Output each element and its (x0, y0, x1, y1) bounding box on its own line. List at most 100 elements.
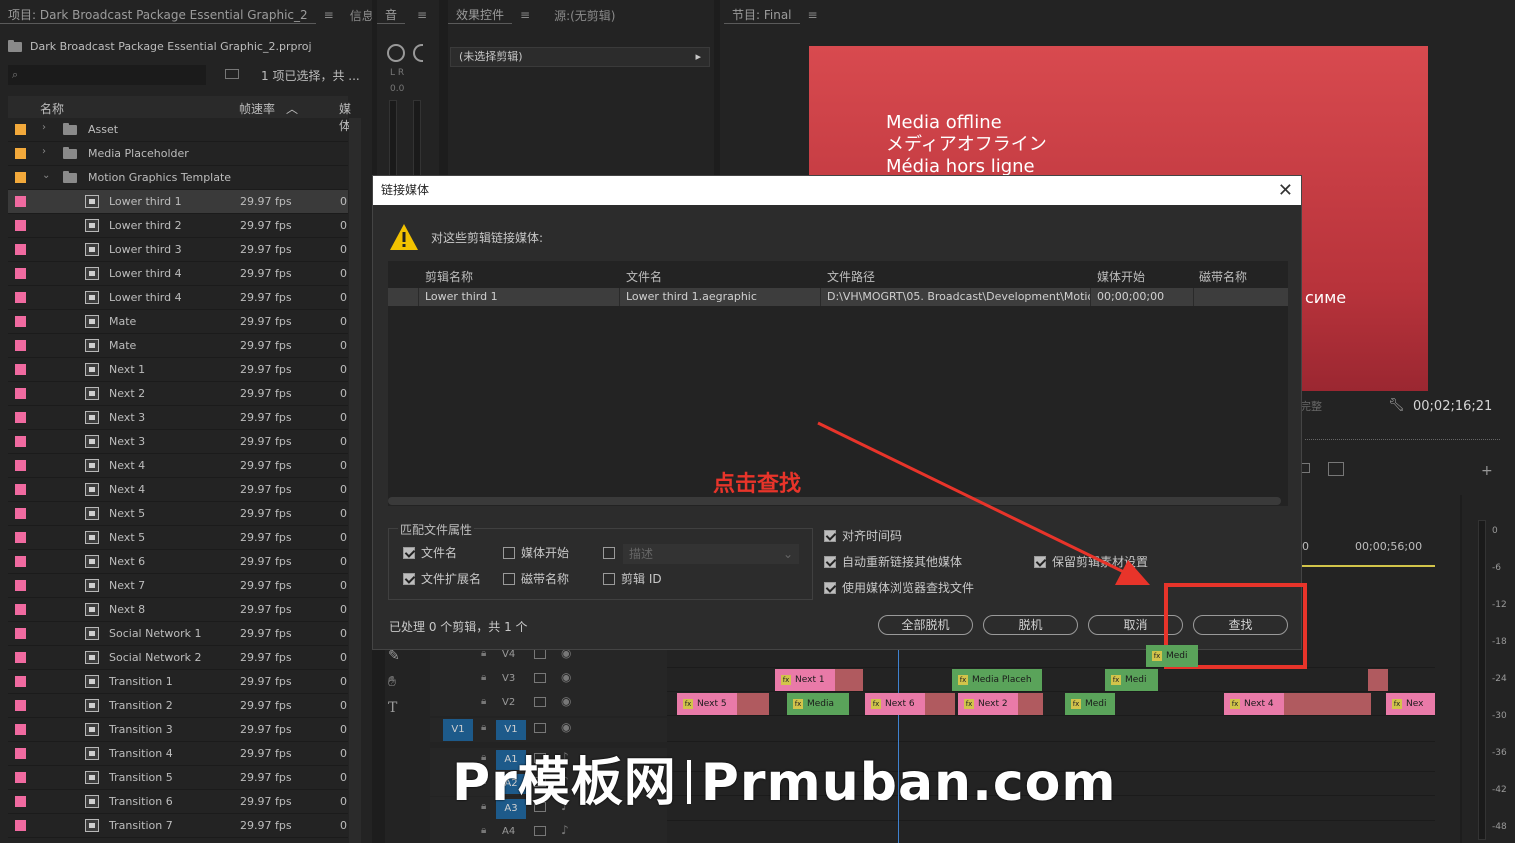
timeline-clip[interactable]: fx Nex (1386, 693, 1435, 715)
project-scrollbar[interactable] (349, 118, 361, 843)
track-label[interactable]: V3 (502, 673, 515, 684)
label-color-swatch[interactable] (15, 148, 26, 159)
checkbox-box[interactable] (503, 546, 515, 559)
list-item[interactable]: Transition 2 29.97 fps 0 (8, 694, 348, 718)
label-color-swatch[interactable] (15, 364, 26, 375)
lock-icon[interactable]: 🔒︎ (481, 825, 486, 836)
list-item[interactable]: Next 4 29.97 fps 0 (8, 454, 348, 478)
table-hscrollbar[interactable] (388, 497, 1281, 505)
tab-source[interactable]: 源:(无剪辑) (546, 7, 623, 24)
label-color-swatch[interactable] (15, 412, 26, 423)
sync-icon[interactable] (534, 723, 546, 733)
work-area-bar[interactable] (1300, 565, 1435, 567)
list-item[interactable]: Lower third 4 29.97 fps 0 (8, 286, 348, 310)
menu-icon[interactable]: ≡ (316, 8, 342, 22)
checkbox-extension[interactable]: 文件扩展名 (403, 570, 481, 587)
list-item[interactable]: Lower third 3 29.97 fps 0 (8, 238, 348, 262)
label-color-swatch[interactable] (15, 724, 26, 735)
tab-program[interactable]: 节目: Final (724, 6, 800, 24)
label-color-swatch[interactable] (15, 580, 26, 591)
timeline-clip[interactable]: fx Medi (1065, 693, 1115, 715)
timeline-clip[interactable]: fx Next 5 (677, 693, 769, 715)
checkbox-box[interactable] (1034, 555, 1046, 568)
tab-audio[interactable]: 音 (377, 6, 406, 24)
play-arrow-icon[interactable]: ▸ (695, 48, 701, 66)
program-ruler[interactable] (1305, 432, 1500, 440)
label-color-swatch[interactable] (15, 172, 26, 183)
tab-info[interactable]: 信息 (342, 7, 372, 24)
list-item[interactable]: Social Network 2 29.97 fps 0 (8, 646, 348, 670)
add-button-icon[interactable]: + (1481, 463, 1493, 479)
list-item[interactable]: › Media Placeholder (8, 142, 348, 166)
list-item[interactable]: Next 3 29.97 fps 0 (8, 406, 348, 430)
timeline-clip[interactable] (1368, 669, 1388, 691)
pan-knob-icon[interactable] (413, 44, 423, 62)
checkbox-box[interactable] (603, 547, 615, 559)
menu-icon[interactable]: ≡ (800, 8, 826, 22)
description-select[interactable]: 描述 ⌄ (623, 544, 799, 564)
list-item[interactable]: Next 5 29.97 fps 0 (8, 526, 348, 550)
list-item[interactable]: Next 1 29.97 fps 0 (8, 358, 348, 382)
timeline-clip[interactable]: fx Next 6 (865, 693, 955, 715)
lock-icon[interactable]: 🔒︎ (481, 672, 486, 683)
pan-knob-icon[interactable] (387, 44, 405, 62)
track-label[interactable]: V1 (496, 720, 526, 740)
checkbox-box[interactable] (824, 581, 836, 594)
list-item[interactable]: Next 5 29.97 fps 0 (8, 502, 348, 526)
list-item[interactable]: Transition 4 29.97 fps 0 (8, 742, 348, 766)
list-item[interactable]: Next 8 29.97 fps 0 (8, 598, 348, 622)
label-color-swatch[interactable] (15, 772, 26, 783)
checkbox-tape-name[interactable]: 磁带名称 (503, 570, 569, 587)
pen-tool-icon[interactable]: ✎ (388, 648, 418, 674)
column-fps[interactable]: 帧速率 (239, 100, 275, 117)
mic-icon[interactable]: ♪ (561, 823, 569, 837)
program-timecode[interactable]: 00;02;16;21 (1413, 399, 1492, 414)
search-input[interactable]: ⌕ (8, 65, 206, 85)
label-color-swatch[interactable] (15, 340, 26, 351)
timeline-clip[interactable]: fx Media Placeh (952, 669, 1042, 691)
checkbox-auto-relink[interactable]: 自动重新链接其他媒体 (824, 553, 962, 570)
list-item[interactable]: Lower third 1 29.97 fps 0 (8, 190, 348, 214)
label-color-swatch[interactable] (15, 700, 26, 711)
list-item[interactable]: Social Network 1 29.97 fps 0 (8, 622, 348, 646)
checkbox-box[interactable] (403, 546, 415, 559)
label-color-swatch[interactable] (15, 508, 26, 519)
label-color-swatch[interactable] (15, 244, 26, 255)
sync-icon[interactable] (534, 697, 546, 707)
label-color-swatch[interactable] (15, 652, 26, 663)
list-item[interactable]: Mate 29.97 fps 0 (8, 334, 348, 358)
label-color-swatch[interactable] (15, 292, 26, 303)
offline-button[interactable]: 脱机 (983, 615, 1078, 635)
hand-tool-icon[interactable]: ✋︎ (388, 674, 418, 700)
menu-icon[interactable]: ≡ (512, 8, 538, 22)
list-item[interactable]: Lower third 2 29.97 fps 0 (8, 214, 348, 238)
track-label[interactable]: V2 (502, 697, 515, 708)
list-item[interactable]: ⌄ Motion Graphics Template (8, 166, 348, 190)
sync-icon[interactable] (534, 826, 546, 836)
eye-icon[interactable]: ◉ (561, 670, 571, 684)
label-color-swatch[interactable] (15, 820, 26, 831)
sync-icon[interactable] (534, 673, 546, 683)
label-color-swatch[interactable] (15, 556, 26, 567)
checkbox-use-media-browser[interactable]: 使用媒体浏览器查找文件 (824, 579, 974, 596)
list-item[interactable]: Next 6 29.97 fps 0 (8, 550, 348, 574)
tab-effect-controls[interactable]: 效果控件 (448, 6, 513, 24)
lock-icon[interactable]: 🔒︎ (481, 722, 486, 733)
label-color-swatch[interactable] (15, 628, 26, 639)
label-color-swatch[interactable] (15, 484, 26, 495)
label-color-swatch[interactable] (15, 220, 26, 231)
close-icon[interactable]: ✕ (1278, 176, 1293, 205)
fit-dropdown[interactable]: 完整 (1300, 398, 1322, 414)
list-item[interactable]: Next 7 29.97 fps 0 (8, 574, 348, 598)
label-color-swatch[interactable] (15, 796, 26, 807)
eye-icon[interactable]: ◉ (561, 694, 571, 708)
checkbox-media-start[interactable]: 媒体开始 (503, 544, 569, 561)
chevron-right-icon[interactable]: › (42, 122, 46, 133)
label-color-swatch[interactable] (15, 196, 26, 207)
chevron-down-icon[interactable]: ⌄ (42, 170, 50, 181)
col-tape-name[interactable]: 磁带名称 (1199, 268, 1247, 285)
list-item[interactable]: › Asset (8, 118, 348, 142)
track-v3[interactable]: 🔒︎ V3 ◉ (430, 668, 1435, 692)
wrench-icon[interactable]: 🔧︎ (1388, 398, 1405, 413)
label-color-swatch[interactable] (15, 532, 26, 543)
